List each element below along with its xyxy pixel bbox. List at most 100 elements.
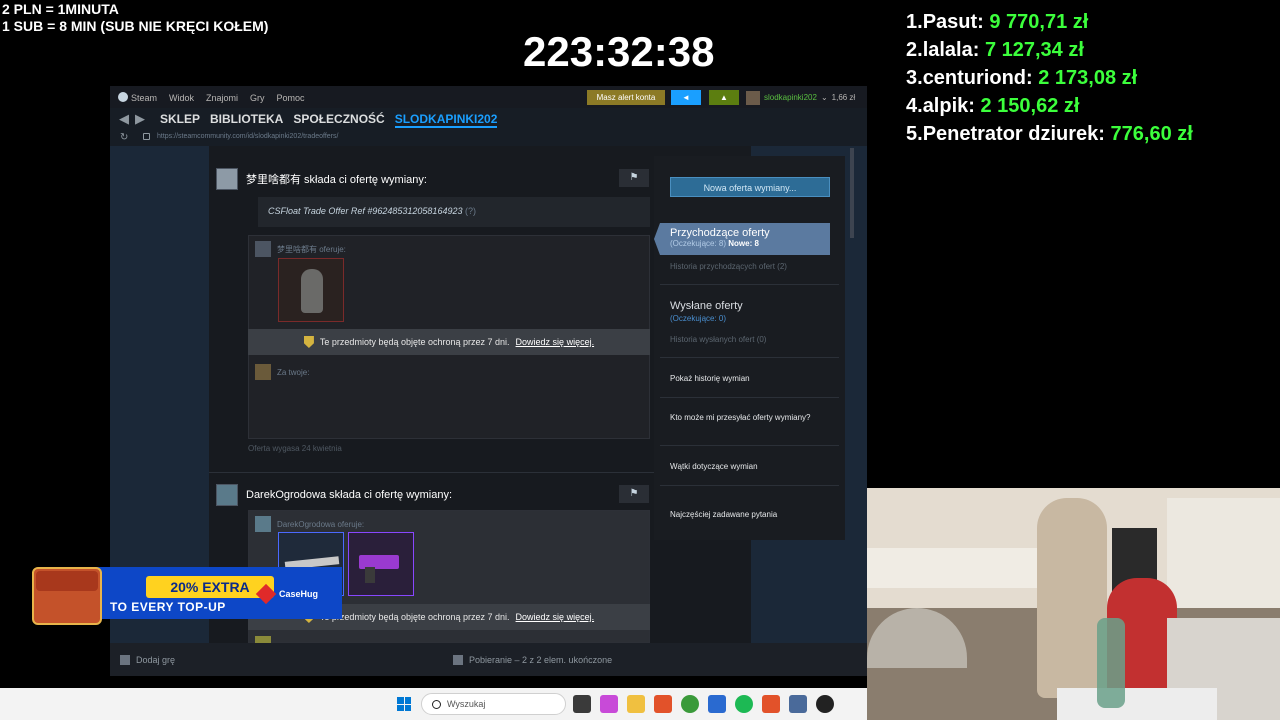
- webcam-table: [1057, 688, 1217, 720]
- offer-note: CSFloat Trade Offer Ref #962485312058164…: [258, 197, 650, 227]
- cube-icon: [255, 583, 277, 605]
- sidebar-divider: [660, 397, 839, 398]
- page-scrollbar[interactable]: [850, 148, 854, 238]
- page-url[interactable]: https://steamcommunity.com/id/slodkapink…: [157, 133, 338, 140]
- casehug-promo-banner: 20% EXTRA TO EVERY TOP-UP CaseHug: [30, 563, 342, 627]
- leader-name: Penetrator dziurek:: [922, 123, 1105, 145]
- offers-label-text: DarekOgrodowa oferuje:: [277, 519, 365, 529]
- sent-history-link[interactable]: Historia wysłanych ofert (0): [670, 335, 766, 344]
- title-bar: Steam Widok Znajomi Gry Pomoc Masz alert…: [110, 86, 867, 108]
- who-can-send-link[interactable]: Kto może mi przesyłać oferty wymiany?: [670, 412, 820, 423]
- task-view-icon[interactable]: [573, 695, 591, 713]
- nav-profile[interactable]: SLODKAPINKI202: [394, 112, 498, 128]
- item-pistol[interactable]: [348, 532, 414, 596]
- faq-link[interactable]: Najczęściej zadawane pytania: [670, 509, 777, 520]
- menu-friends[interactable]: Znajomi: [206, 93, 238, 103]
- sidebar-divider: [660, 284, 839, 285]
- new-trade-offer-button[interactable]: Nowa oferta wymiany...: [670, 177, 830, 197]
- protection-text: Te przedmioty będą objęte ochroną przez …: [319, 612, 510, 622]
- sent-offers-link[interactable]: Wysłane oferty: [670, 300, 743, 312]
- nav-community[interactable]: SPOŁECZNOŚĆ: [293, 112, 384, 128]
- notifications-button[interactable]: ▲: [709, 90, 739, 105]
- brave-icon[interactable]: [654, 695, 672, 713]
- obs-icon[interactable]: [816, 695, 834, 713]
- menu-steam[interactable]: Steam: [118, 92, 157, 103]
- announcements-button[interactable]: ◄: [671, 90, 701, 105]
- account-alert-button[interactable]: Masz alert konta: [587, 90, 665, 105]
- leader-name: Pasut:: [922, 11, 984, 33]
- incoming-history-link[interactable]: Historia przychodzących ofert (2): [670, 262, 787, 271]
- store-icon[interactable]: [708, 695, 726, 713]
- avatar[interactable]: [216, 168, 238, 190]
- url-bar: ↻ https://steamcommunity.com/id/slodkapi…: [110, 130, 867, 146]
- search-icon: [432, 699, 441, 709]
- leader-name: centuriond:: [922, 67, 1033, 89]
- leaderboard-row: 2.lalala: 7 127,34 zł: [906, 36, 1193, 64]
- webcam-feed: [867, 488, 1280, 720]
- leader-rank: 1.: [906, 11, 923, 33]
- taskbar-apps: [573, 695, 834, 713]
- start-button[interactable]: [397, 697, 411, 711]
- item-agent[interactable]: [278, 258, 344, 322]
- offer-note-text: CSFloat Trade Offer Ref #962485312058164…: [268, 206, 463, 216]
- trade-threads-link[interactable]: Wątki dotyczące wymian: [670, 461, 758, 472]
- avatar: [255, 636, 271, 643]
- spotify-icon[interactable]: [735, 695, 753, 713]
- back-arrow-icon[interactable]: ◀: [119, 111, 135, 126]
- offer-note-help[interactable]: (?): [465, 206, 476, 216]
- promo-every: TO EVERY TOP-UP: [110, 600, 226, 614]
- notepad-icon[interactable]: [789, 695, 807, 713]
- forward-arrow-icon[interactable]: ▶: [135, 111, 151, 126]
- leader-name: lalala:: [922, 39, 980, 61]
- avatar: [255, 364, 271, 380]
- main-nav: SKLEP BIBLIOTEKA SPOŁECZNOŚĆ SLODKAPINKI…: [160, 112, 498, 128]
- offer-header: DarekOgrodowa składa ci ofertę wymiany:: [216, 484, 452, 506]
- learn-more-link[interactable]: Dowiedz się więcej.: [516, 337, 595, 347]
- incoming-counts: (Oczekujące: 8) Nowe: 8: [670, 239, 830, 248]
- sent-pending: (Oczekujące: 0): [670, 314, 727, 323]
- offers-label: 梦里啥都有 oferuje:: [255, 241, 346, 257]
- webcam-kitchen: [867, 548, 1052, 588]
- treasure-chest-icon: [32, 567, 102, 625]
- subathon-timer: 223:32:38: [523, 28, 715, 75]
- add-game-label: Dodaj grę: [136, 655, 176, 665]
- leader-amount: 2 150,62 zł: [980, 95, 1080, 117]
- nav-arrows: ◀▶: [119, 111, 151, 127]
- incoming-new: Nowe: 8: [728, 239, 759, 248]
- nav-library[interactable]: BIBLIOTEKA: [210, 112, 283, 128]
- leader-rank: 3.: [906, 67, 923, 89]
- menu-view[interactable]: Widok: [169, 93, 194, 103]
- downloads-status[interactable]: Pobieranie – 2 z 2 elem. ukończone: [453, 655, 612, 665]
- webcam-bottle: [1097, 618, 1125, 708]
- menu-help[interactable]: Pomoc: [277, 93, 305, 103]
- file-explorer-icon[interactable]: [627, 695, 645, 713]
- nav-store[interactable]: SKLEP: [160, 112, 200, 128]
- casehug-logo: CaseHug: [255, 583, 318, 605]
- rate-line-1: 2 PLN = 1MINUTA: [2, 1, 119, 17]
- learn-more-link[interactable]: Dowiedz się więcej.: [516, 612, 595, 622]
- report-flag-button[interactable]: ⚑: [619, 169, 649, 187]
- download-icon: [453, 655, 463, 665]
- incoming-offers-tab[interactable]: Przychodzące oferty (Oczekujące: 8) Nowe…: [654, 223, 830, 255]
- leader-amount: 2 173,08 zł: [1038, 67, 1138, 89]
- add-game-button[interactable]: Dodaj grę: [120, 655, 175, 665]
- flag-icon: ⚑: [629, 488, 639, 499]
- chrome-icon[interactable]: [681, 695, 699, 713]
- steam-logo-icon: [118, 92, 128, 102]
- copilot-icon[interactable]: [600, 695, 618, 713]
- account-menu[interactable]: slodkapinki202 ⌄ 1,66 zł: [746, 90, 855, 105]
- avatar[interactable]: [216, 484, 238, 506]
- offers-label-text: 梦里啥都有 oferuje:: [277, 244, 346, 254]
- menu-games[interactable]: Gry: [250, 93, 265, 103]
- taskbar-search[interactable]: Wyszukaj: [421, 693, 566, 715]
- flag-icon: ⚑: [629, 172, 639, 183]
- account-name: slodkapinki202: [764, 93, 817, 102]
- lock-icon: [143, 133, 150, 140]
- trade-history-link[interactable]: Pokaż historię wymian: [670, 373, 750, 384]
- offer-expiry: Oferta wygasa 24 kwietnia: [248, 444, 342, 453]
- reload-icon[interactable]: ↻: [120, 132, 128, 143]
- leaderboard-row: 3.centuriond: 2 173,08 zł: [906, 64, 1193, 92]
- brave-beta-icon[interactable]: [762, 695, 780, 713]
- steam-bottom-bar: Dodaj grę Pobieranie – 2 z 2 elem. ukońc…: [110, 643, 867, 676]
- report-flag-button[interactable]: ⚑: [619, 485, 649, 503]
